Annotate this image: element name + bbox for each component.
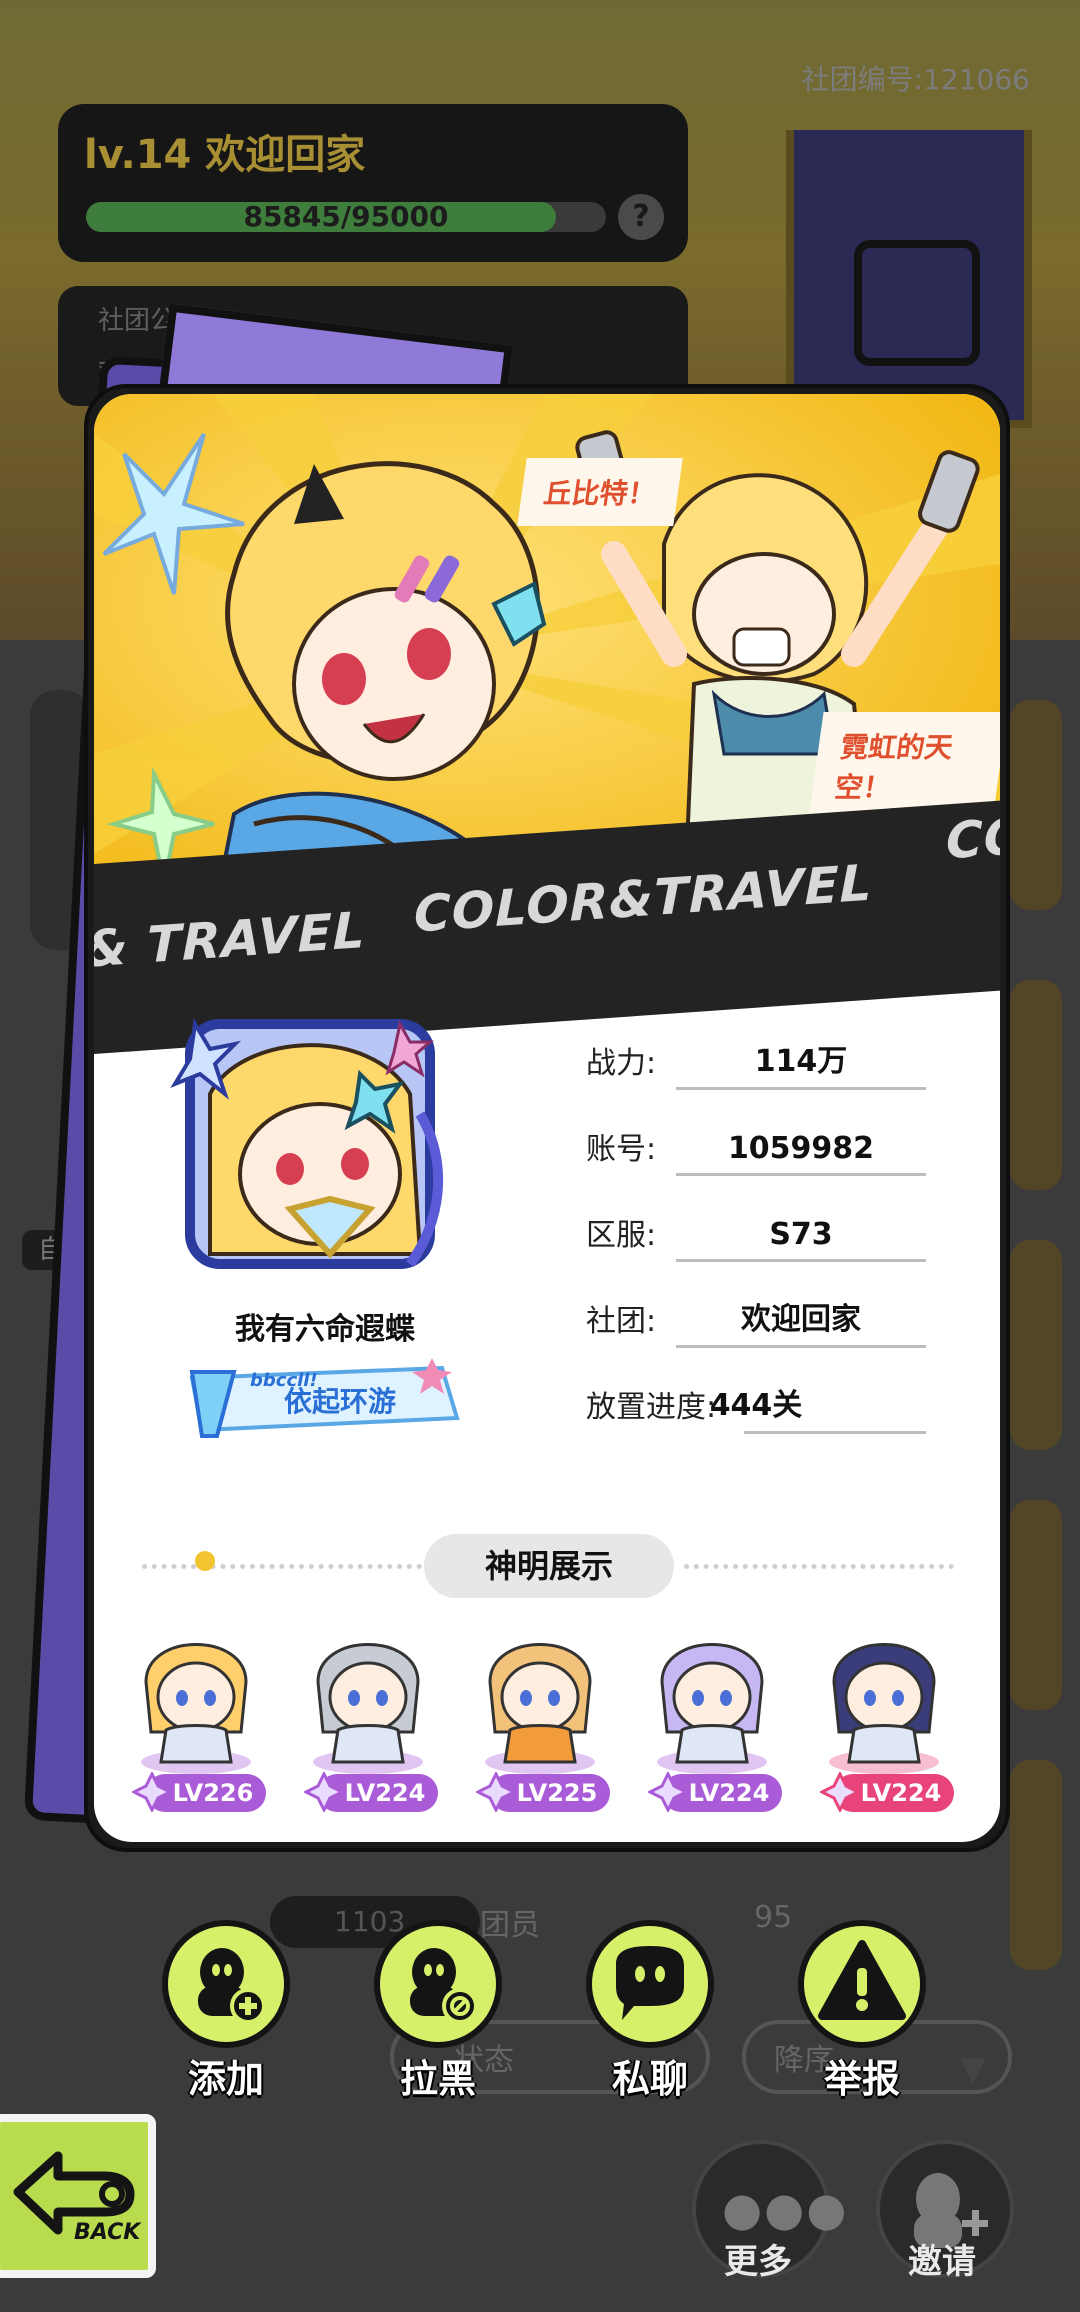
- title-badge-text: 依起环游: [284, 1385, 397, 1418]
- background-row: [1010, 700, 1062, 910]
- tv-face-icon: [854, 240, 980, 366]
- add-friend-icon: [198, 1948, 266, 2024]
- dot-ornament-icon: [195, 1551, 215, 1571]
- info-row-server: 区服: S73: [586, 1202, 926, 1262]
- background-row: [1010, 1240, 1062, 1450]
- info-label: 战力:: [586, 1046, 657, 1081]
- back-label: BACK: [74, 2220, 141, 2245]
- add-friend-button[interactable]: [162, 1920, 290, 2048]
- block-user-icon: [410, 1948, 478, 2024]
- info-row-account: 账号: 1059982: [586, 1116, 926, 1176]
- god-showcase-title: 神明展示: [424, 1534, 674, 1598]
- private-chat-label: 私聊: [611, 2057, 688, 2101]
- club-number: 社团编号:121066: [801, 63, 1030, 96]
- more-label: 更多: [724, 2242, 792, 2282]
- god-character-image: [829, 1643, 939, 1774]
- club-level-title: lv.14 欢迎回家: [84, 132, 366, 178]
- gem-icon: [132, 1772, 172, 1812]
- god-level-tag: LV225: [476, 1772, 610, 1812]
- info-value: S73: [769, 1217, 833, 1252]
- info-label: 账号:: [586, 1132, 657, 1167]
- player-profile-card-inner: 丘比特！ 霓虹的天空！ & TRAVEL COLOR&TRAVEL CO 我有六: [94, 394, 1000, 1842]
- block-user-button[interactable]: [374, 1920, 502, 2048]
- report-button[interactable]: [798, 1920, 926, 2048]
- god-level-text: LV224: [688, 1779, 770, 1807]
- gem-icon: [304, 1772, 344, 1812]
- info-value: 欢迎回家: [741, 1302, 861, 1337]
- player-profile-card: 丘比特！ 霓虹的天空！ & TRAVEL COLOR&TRAVEL CO 我有六: [84, 384, 1010, 1852]
- member-count: 95: [754, 1900, 793, 1935]
- god-level-text: LV224: [344, 1779, 426, 1807]
- more-icon: ●●●: [722, 2182, 849, 2236]
- god-level-text: LV225: [516, 1779, 598, 1807]
- player-nickname: 我有六命遐蝶: [235, 1312, 415, 1347]
- avatar-image: [170, 1018, 444, 1269]
- info-underline: [744, 1431, 926, 1434]
- private-chat-button[interactable]: [586, 1920, 714, 2048]
- god-level-tag: LV224: [648, 1772, 782, 1812]
- god-level-tag: LV226: [132, 1772, 266, 1812]
- info-underline: [676, 1173, 926, 1176]
- report-icon: [818, 1940, 906, 2020]
- back-button[interactable]: BACK: [0, 2114, 156, 2278]
- info-value: 114万: [754, 1044, 848, 1079]
- info-underline: [676, 1259, 926, 1262]
- info-label: 区服:: [586, 1218, 657, 1253]
- chevron-down-icon: ▼: [959, 2049, 986, 2089]
- info-value: 1059982: [727, 1131, 875, 1166]
- info-value: 444关: [709, 1388, 803, 1423]
- gem-icon: [476, 1772, 516, 1812]
- info-label: 社团:: [586, 1304, 657, 1339]
- player-avatar[interactable]: [170, 1004, 450, 1284]
- info-row-power: 战力: 114万: [586, 1030, 926, 1090]
- club-level-panel: lv.14 欢迎回家 85845/95000 ?: [58, 104, 688, 262]
- add-friend-label: 添加: [187, 2057, 264, 2101]
- background-row: [1010, 1760, 1062, 1970]
- club-level-progress-text: 85845/95000: [243, 202, 449, 232]
- god-character-image: [141, 1643, 251, 1774]
- help-icon[interactable]: ?: [618, 194, 664, 240]
- god-character-image: [485, 1643, 595, 1774]
- info-underline: [676, 1345, 926, 1348]
- background-row: [1010, 1500, 1062, 1710]
- god-level-tag: LV224: [820, 1772, 954, 1812]
- back-arrow-icon: [13, 2151, 135, 2235]
- god-character-image: [313, 1643, 423, 1774]
- info-underline: [676, 1087, 926, 1090]
- block-user-label: 拉黑: [399, 2057, 476, 2101]
- banner-text-center: COLOR&TRAVEL: [414, 853, 873, 944]
- gem-icon: [820, 1772, 860, 1812]
- god-character-image: [657, 1643, 767, 1774]
- invite-label: 邀请: [908, 2242, 976, 2282]
- report-label: 举报: [823, 2057, 900, 2101]
- banner-text-left: & TRAVEL: [94, 901, 366, 979]
- speech-bubble-top: 丘比特！: [517, 458, 683, 526]
- divider: [142, 1564, 422, 1573]
- gem-icon: [648, 1772, 688, 1812]
- divider: [684, 1564, 954, 1573]
- god-level-text: LV226: [172, 1779, 254, 1807]
- club-level-progress: 85845/95000: [86, 202, 606, 232]
- god-level-tag: LV224: [304, 1772, 438, 1812]
- god-level-text: LV224: [860, 1779, 942, 1807]
- title-badge: bbccll! 依起环游: [172, 1358, 462, 1438]
- info-row-idle-progress: 放置进度: 444关: [586, 1374, 926, 1434]
- background-row: [1010, 980, 1062, 1190]
- chat-icon: [616, 1946, 684, 2020]
- info-row-club: 社团: 欢迎回家: [586, 1288, 926, 1348]
- banner-text-right: CO: [946, 806, 1000, 871]
